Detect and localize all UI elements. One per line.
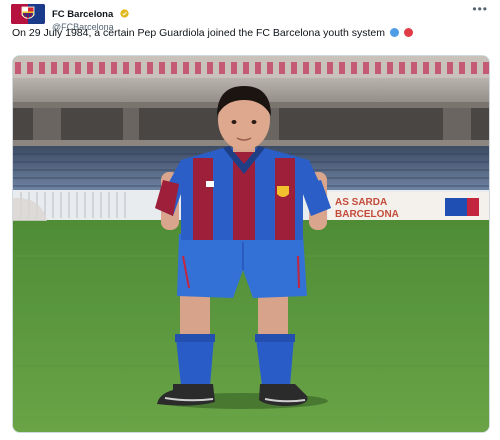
red-circle-emoji-icon — [403, 28, 413, 37]
more-options-icon[interactable]: ••• — [472, 3, 488, 15]
ad-board-line2: BARCELONA — [335, 209, 399, 220]
verified-badge-icon — [120, 9, 129, 18]
fc-barcelona-crest-icon — [11, 4, 45, 24]
photo-pep-guardiola-1984: AS SARDA BARCELONA — [13, 56, 489, 432]
blue-circle-emoji-icon — [389, 28, 399, 37]
tweet-header: FC Barcelona @FCBarcelona ••• — [10, 3, 490, 32]
display-name[interactable]: FC Barcelona — [52, 9, 113, 20]
tweet-photo[interactable]: AS SARDA BARCELONA — [12, 55, 490, 433]
tweet-card: FC Barcelona @FCBarcelona ••• On 29 July… — [0, 0, 500, 440]
avatar[interactable] — [11, 4, 45, 24]
tweet-body: On 29 July 1984, a certain Pep Guardiola… — [12, 27, 385, 39]
ad-board-line1: AS SARDA — [335, 197, 387, 208]
tweet-text: On 29 July 1984, a certain Pep Guardiola… — [12, 27, 490, 40]
